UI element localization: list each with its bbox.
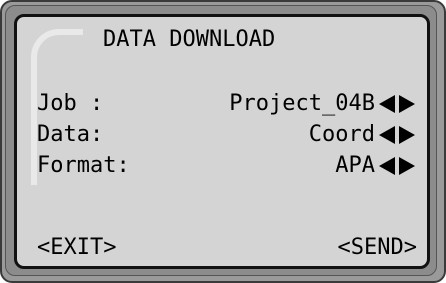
triangle-left-icon[interactable] xyxy=(379,157,395,175)
send-softkey[interactable]: <SEND> xyxy=(338,235,417,261)
format-value[interactable]: APA xyxy=(335,153,375,179)
format-label: Format: xyxy=(37,153,130,178)
job-label: Job : xyxy=(37,91,104,116)
data-label: Data: xyxy=(37,122,104,147)
job-value[interactable]: Project_04B xyxy=(229,91,375,117)
triangle-right-icon[interactable] xyxy=(399,95,415,113)
lcd-screen: DATA DOWNLOAD Job : Project_04B Data: Co… xyxy=(14,14,430,269)
exit-softkey[interactable]: <EXIT> xyxy=(37,235,116,261)
triangle-left-icon[interactable] xyxy=(379,95,395,113)
page-title: DATA DOWNLOAD xyxy=(103,27,276,52)
triangle-right-icon[interactable] xyxy=(399,157,415,175)
data-selector-arrows[interactable] xyxy=(379,122,419,148)
triangle-right-icon[interactable] xyxy=(399,126,415,144)
job-selector-arrows[interactable] xyxy=(379,91,419,117)
format-selector-arrows[interactable] xyxy=(379,153,419,179)
data-value[interactable]: Coord xyxy=(309,122,375,148)
triangle-left-icon[interactable] xyxy=(379,126,395,144)
